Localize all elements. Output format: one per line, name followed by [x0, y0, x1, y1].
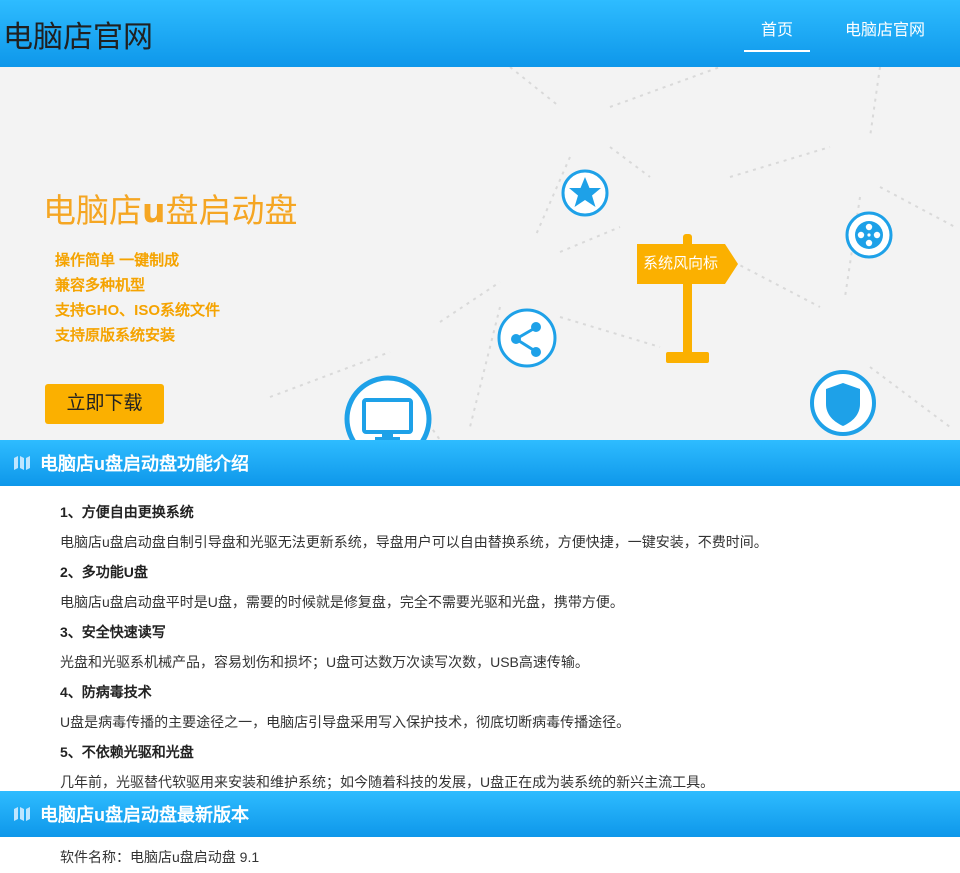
main-nav: 首页 电脑店官网: [743, 0, 960, 67]
map-icon: [14, 456, 30, 470]
film-reel-icon: [845, 211, 893, 259]
section-header-latest-version: 电脑店u盘启动盘最新版本: [0, 791, 960, 837]
feature-heading: 1、方便自由更换系统: [60, 504, 194, 520]
section-title: 电脑店u盘启动盘功能介绍: [40, 454, 249, 474]
section-header-features: 电脑店u盘启动盘功能介绍: [0, 440, 960, 486]
feature-item: 兼容多种机型: [55, 277, 146, 294]
feature-description: 电脑店u盘启动盘自制引导盘和光驱无法更新系统，导盘用户可以自由替换系统，方便快捷…: [60, 534, 768, 550]
map-icon: [14, 807, 30, 821]
shield-icon: [810, 370, 876, 436]
nav-home[interactable]: 首页: [743, 0, 810, 52]
feature-description: U盘是病毒传播的主要途径之一，电脑店引导盘采用写入保护技术，彻底切断病毒传播途径…: [60, 714, 631, 730]
section-title: 电脑店u盘启动盘最新版本: [40, 805, 249, 825]
hero-banner: 电脑店u盘启动盘 操作简单 一键制成 兼容多种机型 支持GHO、ISO系统文件 …: [0, 67, 960, 440]
feature-heading: 2、多功能U盘: [60, 564, 148, 580]
nav-official-site[interactable]: 电脑店官网: [828, 0, 942, 52]
feature-description: 光盘和光驱系机械产品，容易划伤和损坏；U盘可达数万次读写次数，USB高速传输。: [60, 654, 589, 670]
feature-item: 支持原版系统安装: [55, 327, 176, 344]
signpost-label[interactable]: 系统风向标: [637, 244, 735, 284]
feature-details: 1、方便自由更换系统 电脑店u盘启动盘自制引导盘和光驱无法更新系统，导盘用户可以…: [0, 486, 960, 791]
star-icon: [561, 169, 609, 217]
feature-heading: 3、安全快速读写: [60, 624, 166, 640]
monitor-icon: [344, 375, 432, 440]
feature-heading: 5、不依赖光驱和光盘: [60, 744, 194, 760]
site-logo[interactable]: 电脑店官网: [3, 12, 153, 56]
feature-item: 支持GHO、ISO系统文件: [55, 302, 221, 319]
feature-description: 电脑店u盘启动盘平时是U盘，需要的时候就是修复盘，完全不需要光驱和光盘，携带方便…: [60, 594, 624, 610]
feature-heading: 4、防病毒技术: [60, 684, 152, 700]
feature-item: 操作简单 一键制成: [55, 252, 180, 269]
share-icon: [497, 308, 557, 368]
download-button[interactable]: 立即下载: [45, 384, 164, 424]
feature-list: 操作简单 一键制成 兼容多种机型 支持GHO、ISO系统文件 支持原版系统安装: [55, 250, 220, 350]
banner-title: 电脑店u盘启动盘: [43, 191, 298, 230]
site-header: 电脑店官网 首页 电脑店官网: [0, 0, 960, 67]
version-info: 软件名称：电脑店u盘启动盘 9.1: [60, 849, 260, 865]
